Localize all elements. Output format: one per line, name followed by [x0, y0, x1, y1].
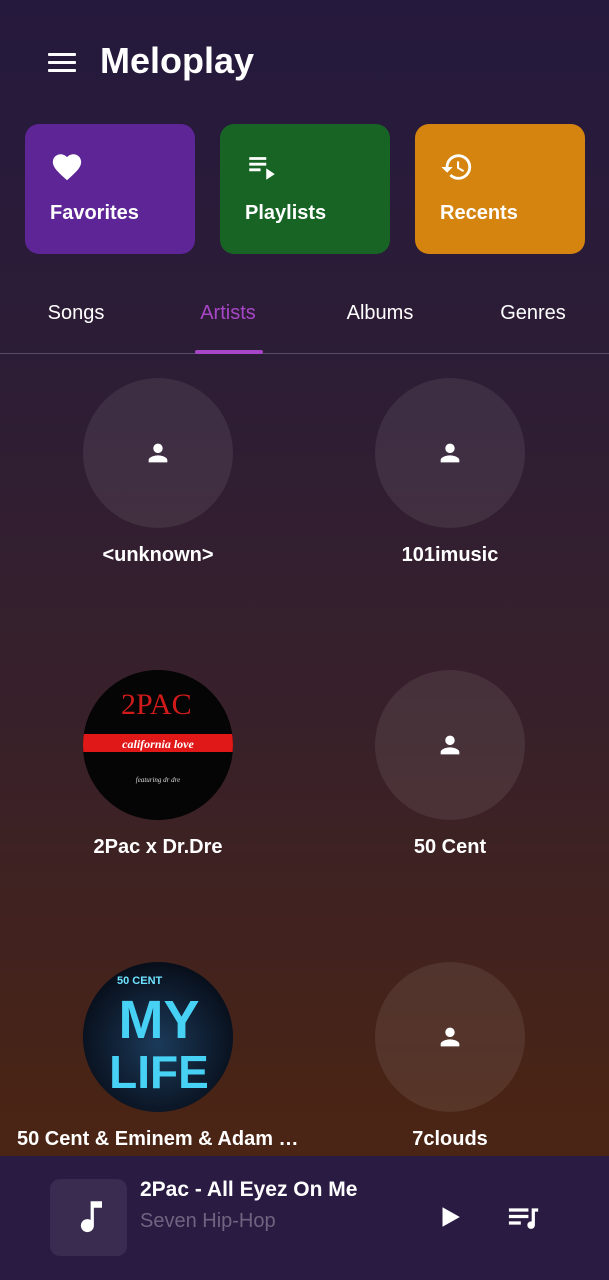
svg-text:featuring dr dre: featuring dr dre	[136, 776, 180, 784]
album-art: 50 CENT MY LIFE	[83, 962, 233, 1112]
artist-name: 2Pac x Dr.Dre	[93, 836, 223, 858]
favorites-tile[interactable]: Favorites	[25, 124, 195, 254]
playlist-icon	[249, 157, 275, 180]
history-icon	[441, 154, 472, 180]
quick-access-tiles: Favorites Playlists Recents	[25, 124, 585, 254]
music-note-icon	[80, 1201, 102, 1233]
queue-music-icon[interactable]	[506, 1204, 540, 1230]
person-icon	[440, 1027, 460, 1047]
artist-grid: <unknown> 101imusic 2PAC california love…	[0, 354, 609, 1156]
album-art-image: 2PAC california love featuring dr dre	[83, 670, 233, 820]
tab-albums[interactable]: Albums	[315, 302, 445, 325]
artist-name: 101imusic	[401, 544, 499, 566]
svg-text:50 CENT: 50 CENT	[117, 975, 163, 987]
album-art-image: 50 CENT MY LIFE	[83, 962, 233, 1112]
artist-name: 7clouds	[412, 1128, 488, 1150]
person-icon	[440, 735, 460, 755]
app-title: Meloplay	[100, 40, 255, 81]
now-playing-thumbnail[interactable]	[50, 1179, 127, 1256]
playlists-tile[interactable]: Playlists	[220, 124, 390, 254]
favorites-label: Favorites	[50, 202, 139, 224]
artist-card[interactable]: 7clouds	[305, 938, 595, 1156]
artist-avatar	[375, 378, 525, 528]
now-playing-title: 2Pac - All Eyez On Me	[140, 1178, 358, 1201]
tab-genres[interactable]: Genres	[468, 302, 598, 325]
person-icon	[148, 443, 168, 463]
artist-name: 50 Cent & Eminem & Adam Levine	[17, 1128, 303, 1150]
svg-text:LIFE: LIFE	[109, 1046, 209, 1098]
svg-text:california love: california love	[122, 737, 194, 751]
album-art: 2PAC california love featuring dr dre	[83, 670, 233, 820]
app-header: Meloplay	[0, 0, 609, 124]
tab-songs[interactable]: Songs	[11, 302, 141, 325]
artist-avatar	[375, 962, 525, 1112]
now-playing-subtitle: Seven Hip-Hop	[140, 1210, 276, 1232]
artist-avatar	[83, 378, 233, 528]
svg-text:2PAC: 2PAC	[121, 688, 192, 721]
artist-card[interactable]: 50 Cent	[305, 646, 595, 938]
artist-card[interactable]: 101imusic	[305, 354, 595, 646]
person-icon	[440, 443, 460, 463]
artist-name: 50 Cent	[413, 836, 487, 858]
tab-artists[interactable]: Artists	[163, 302, 293, 325]
recents-tile[interactable]: Recents	[415, 124, 585, 254]
artist-name: <unknown>	[102, 544, 214, 566]
tab-bar: Songs Artists Albums Genres	[0, 288, 609, 354]
recents-label: Recents	[440, 202, 518, 224]
play-icon[interactable]	[436, 1204, 462, 1230]
heart-icon	[52, 154, 82, 181]
artist-card[interactable]: 50 CENT MY LIFE 50 Cent & Eminem & Adam …	[13, 938, 303, 1156]
svg-text:MY: MY	[119, 990, 200, 1050]
menu-icon[interactable]	[48, 53, 76, 73]
artist-card[interactable]: <unknown>	[13, 354, 303, 646]
artist-card[interactable]: 2PAC california love featuring dr dre 2P…	[13, 646, 303, 938]
artist-avatar	[375, 670, 525, 820]
mini-player[interactable]: 2Pac - All Eyez On Me Seven Hip-Hop	[0, 1156, 609, 1280]
playlists-label: Playlists	[245, 202, 327, 224]
